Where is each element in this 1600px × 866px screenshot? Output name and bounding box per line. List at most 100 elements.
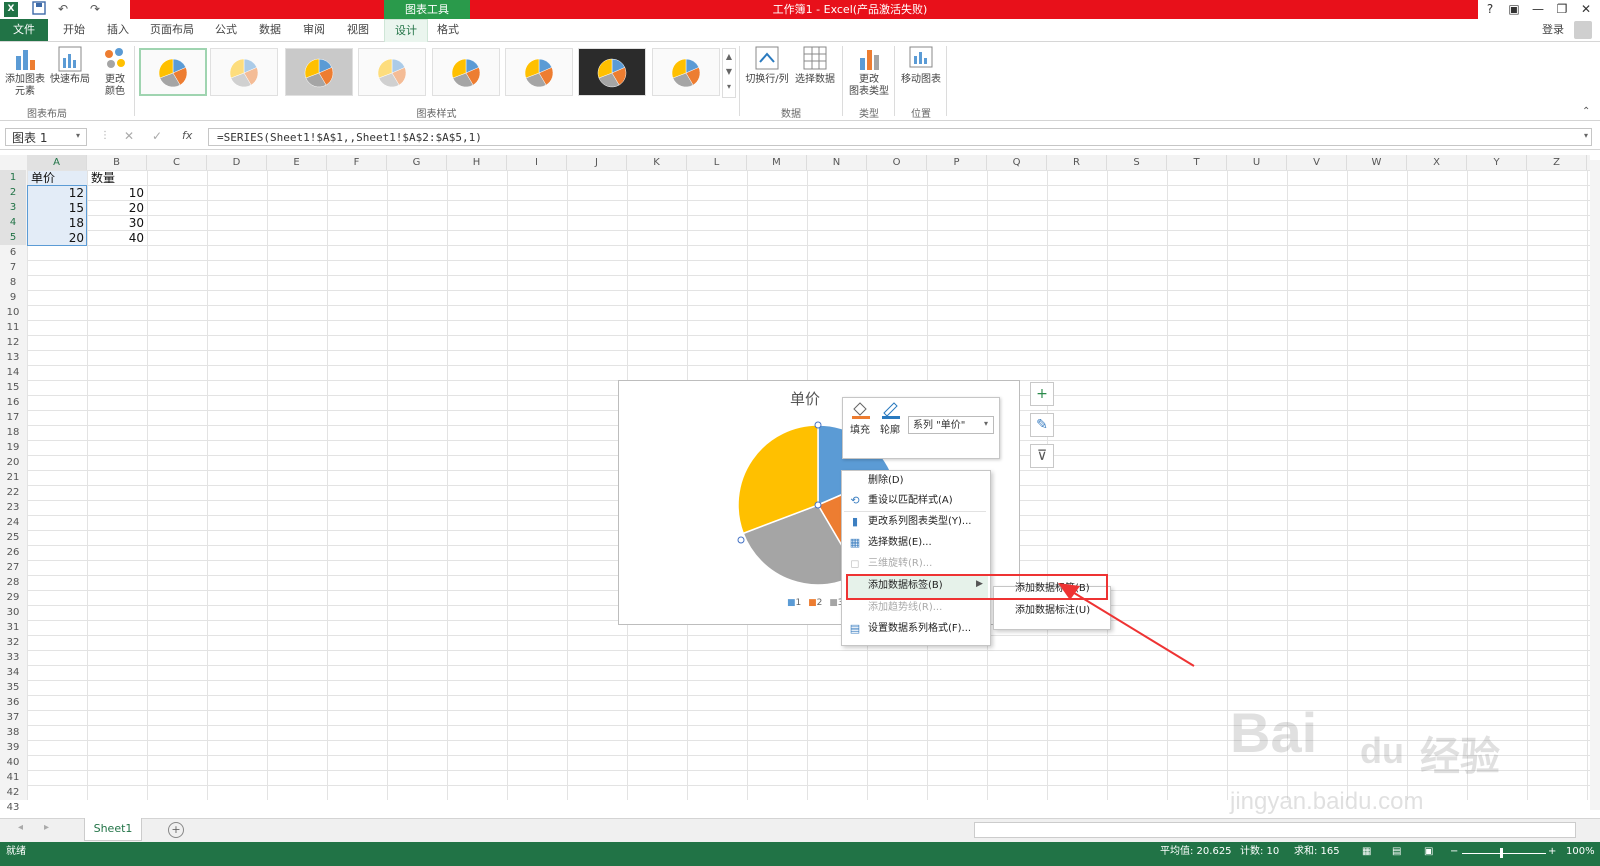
insert-function-icon[interactable]: fx xyxy=(182,129,192,142)
select-all-corner[interactable] xyxy=(0,155,28,170)
row-header-42[interactable]: 42 xyxy=(0,785,26,800)
row-header-43[interactable]: 43 xyxy=(0,800,26,815)
normal-view-icon[interactable]: ▦ xyxy=(1362,842,1371,862)
fill-bucket-icon[interactable] xyxy=(850,401,874,419)
row-header-6[interactable]: 6 xyxy=(0,245,26,260)
name-box[interactable]: 图表 1 xyxy=(5,128,87,146)
sheet-tab-sheet1[interactable]: Sheet1 xyxy=(84,818,142,841)
redo-icon[interactable]: ↷ xyxy=(86,1,104,18)
chart-filter-icon[interactable]: ⊽ xyxy=(1030,444,1054,468)
series-select-dropdown[interactable]: 系列 "单价" xyxy=(908,416,994,434)
quick-layout-button[interactable]: 快速布局 xyxy=(48,44,92,104)
row-header-8[interactable]: 8 xyxy=(0,275,26,290)
tab-design[interactable]: 设计 xyxy=(384,19,428,42)
selection-handle[interactable] xyxy=(814,501,822,509)
column-header-s[interactable]: S xyxy=(1107,155,1167,170)
page-layout-view-icon[interactable]: ▤ xyxy=(1392,842,1401,862)
row-header-13[interactable]: 13 xyxy=(0,350,26,365)
collapse-ribbon-icon[interactable]: ⌃ xyxy=(1582,106,1590,117)
menu-item-reset-style[interactable]: 重设以匹配样式(A) xyxy=(868,493,953,509)
column-header-x[interactable]: X xyxy=(1407,155,1467,170)
row-header-2[interactable]: 2 xyxy=(0,185,26,200)
chart-style-4[interactable] xyxy=(358,48,426,96)
row-header-40[interactable]: 40 xyxy=(0,755,26,770)
cell-b2[interactable]: 10 xyxy=(88,186,144,201)
row-header-28[interactable]: 28 xyxy=(0,575,26,590)
row-header-14[interactable]: 14 xyxy=(0,365,26,380)
change-colors-button[interactable]: 更改 颜色 xyxy=(96,44,134,104)
formula-input[interactable]: =SERIES(Sheet1!$A$1,,Sheet1!$A$2:$A$5,1) xyxy=(208,128,1592,146)
row-header-33[interactable]: 33 xyxy=(0,650,26,665)
chart-style-2[interactable] xyxy=(210,48,278,96)
row-header-36[interactable]: 36 xyxy=(0,695,26,710)
column-header-w[interactable]: W xyxy=(1347,155,1407,170)
row-header-3[interactable]: 3 xyxy=(0,200,26,215)
switch-row-col-button[interactable]: 切换行/列 xyxy=(744,44,790,104)
column-header-m[interactable]: M xyxy=(747,155,807,170)
row-header-34[interactable]: 34 xyxy=(0,665,26,680)
tab-format[interactable]: 格式 xyxy=(428,19,468,41)
chart-elements-add-icon[interactable]: + xyxy=(1030,382,1054,406)
sign-in-link[interactable]: 登录 xyxy=(1538,19,1568,41)
chart-style-8[interactable] xyxy=(652,48,720,96)
tab-view[interactable]: 视图 xyxy=(340,19,376,41)
column-header-r[interactable]: R xyxy=(1047,155,1107,170)
user-avatar-icon[interactable] xyxy=(1574,21,1592,39)
column-header-f[interactable]: F xyxy=(327,155,387,170)
chart-style-6[interactable] xyxy=(505,48,573,96)
tab-insert[interactable]: 插入 xyxy=(100,19,136,41)
selection-handle[interactable] xyxy=(814,421,822,429)
row-header-19[interactable]: 19 xyxy=(0,440,26,455)
tab-data[interactable]: 数据 xyxy=(252,19,288,41)
cell-a1[interactable]: 单价 xyxy=(31,171,86,186)
move-chart-button[interactable]: 移动图表 xyxy=(898,44,944,104)
row-header-11[interactable]: 11 xyxy=(0,320,26,335)
add-sheet-icon[interactable]: + xyxy=(168,822,184,838)
row-header-38[interactable]: 38 xyxy=(0,725,26,740)
column-header-v[interactable]: V xyxy=(1287,155,1347,170)
chart-style-1[interactable] xyxy=(139,48,207,96)
row-header-35[interactable]: 35 xyxy=(0,680,26,695)
column-header-a[interactable]: A xyxy=(27,155,87,170)
cell-a2[interactable]: 12 xyxy=(28,186,84,201)
tab-formulas[interactable]: 公式 xyxy=(208,19,244,41)
column-header-u[interactable]: U xyxy=(1227,155,1287,170)
cell-b4[interactable]: 30 xyxy=(88,216,144,231)
chart-styles-scroll[interactable]: ▲ ▼ ▾ xyxy=(722,48,736,98)
save-icon[interactable] xyxy=(30,1,48,18)
zoom-slider-thumb[interactable] xyxy=(1500,848,1503,858)
cell-b5[interactable]: 40 xyxy=(88,231,144,246)
menu-item-change-series-type[interactable]: 更改系列图表类型(Y)... xyxy=(868,514,971,530)
cell-b1[interactable]: 数量 xyxy=(91,171,146,186)
expand-formula-icon[interactable]: ▾ xyxy=(1584,131,1588,140)
zoom-in-icon[interactable]: + xyxy=(1548,842,1556,862)
row-header-22[interactable]: 22 xyxy=(0,485,26,500)
outline-pen-icon[interactable] xyxy=(880,401,904,419)
sheet-scroll-right-icon[interactable]: ▸ xyxy=(44,822,49,833)
row-header-39[interactable]: 39 xyxy=(0,740,26,755)
zoom-out-icon[interactable]: − xyxy=(1450,842,1458,862)
page-break-view-icon[interactable]: ▣ xyxy=(1424,842,1433,862)
tab-file[interactable]: 文件 xyxy=(0,19,48,41)
tab-review[interactable]: 审阅 xyxy=(296,19,332,41)
chart-style-7[interactable] xyxy=(578,48,646,96)
tab-home[interactable]: 开始 xyxy=(56,19,92,41)
selection-handle[interactable] xyxy=(737,536,745,544)
column-header-t[interactable]: T xyxy=(1167,155,1227,170)
cell-b3[interactable]: 20 xyxy=(88,201,144,216)
series-select-chevron-icon[interactable]: ▾ xyxy=(984,419,988,428)
row-header-31[interactable]: 31 xyxy=(0,620,26,635)
column-header-g[interactable]: G xyxy=(387,155,447,170)
column-header-e[interactable]: E xyxy=(267,155,327,170)
sheet-scroll-left-icon[interactable]: ◂ xyxy=(18,822,23,833)
column-header-i[interactable]: I xyxy=(507,155,567,170)
menu-item-delete[interactable]: 删除(D) xyxy=(868,473,904,489)
row-header-18[interactable]: 18 xyxy=(0,425,26,440)
row-header-37[interactable]: 37 xyxy=(0,710,26,725)
column-header-z[interactable]: Z xyxy=(1527,155,1587,170)
help-button[interactable]: ? xyxy=(1478,0,1502,19)
cancel-icon[interactable]: ✕ xyxy=(124,129,134,143)
row-header-12[interactable]: 12 xyxy=(0,335,26,350)
row-header-17[interactable]: 17 xyxy=(0,410,26,425)
chart-styles-brush-icon[interactable]: ✎ xyxy=(1030,413,1054,437)
